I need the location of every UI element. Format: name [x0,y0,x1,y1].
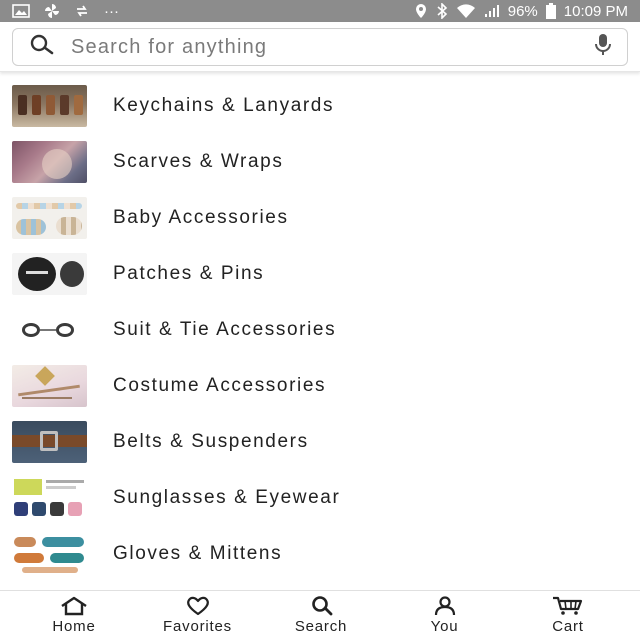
category-belts-suspenders[interactable]: Belts & Suspenders [0,414,640,470]
sunglasses-thumbnail [12,477,87,519]
nav-home[interactable]: Home [34,591,114,640]
category-list: Keychains & Lanyards Scarves & Wraps Bab… [0,78,640,582]
baby-accessories-thumbnail [12,197,87,239]
category-sunglasses-eyewear[interactable]: Sunglasses & Eyewear [0,470,640,526]
category-patches-pins[interactable]: Patches & Pins [0,246,640,302]
sync-icon [74,3,90,19]
pinwheel-icon [44,3,60,19]
clock: 10:09 PM [563,2,628,20]
keychains-thumbnail [12,85,87,127]
category-baby-accessories[interactable]: Baby Accessories [0,190,640,246]
belts-thumbnail [12,421,87,463]
location-icon [414,3,428,19]
category-label: Suit & Tie Accessories [113,319,337,340]
nav-home-label: Home [52,618,96,635]
gallery-icon [12,4,30,18]
search-nav-icon [306,596,336,616]
costume-thumbnail [12,365,87,407]
category-scarves-wraps[interactable]: Scarves & Wraps [0,134,640,190]
nav-you[interactable]: You [405,591,485,640]
nav-cart[interactable]: Cart [528,591,608,640]
battery-icon [545,3,556,19]
search-bar[interactable] [12,28,628,66]
category-label: Gloves & Mittens [113,543,283,564]
wifi-icon [456,3,476,19]
category-label: Keychains & Lanyards [113,95,335,116]
category-label: Patches & Pins [113,263,265,284]
category-label: Belts & Suspenders [113,431,309,452]
category-suit-tie-accessories[interactable]: Suit & Tie Accessories [0,302,640,358]
search-header [0,22,640,72]
status-bar: ··· 96% 10:09 PM [0,0,640,22]
nav-search[interactable]: Search [281,591,361,640]
battery-percent: 96% [507,2,538,20]
person-icon [430,596,460,616]
signal-icon [484,4,500,18]
heart-icon [183,596,213,616]
nav-cart-label: Cart [552,618,584,635]
category-label: Sunglasses & Eyewear [113,487,341,508]
nav-search-label: Search [294,618,348,635]
home-icon [59,596,89,616]
gloves-thumbnail [12,533,87,575]
suit-tie-thumbnail [12,309,87,351]
nav-favorites[interactable]: Favorites [158,591,238,640]
search-icon [27,34,57,61]
notification-dots: ··· [104,2,119,20]
category-label: Costume Accessories [113,375,327,396]
category-costume-accessories[interactable]: Costume Accessories [0,358,640,414]
cart-icon [551,596,585,616]
nav-favorites-label: Favorites [163,618,232,635]
bluetooth-icon [436,3,448,19]
category-label: Baby Accessories [113,207,289,228]
patches-thumbnail [12,253,87,295]
search-input[interactable] [71,35,593,59]
microphone-icon[interactable] [593,33,613,62]
nav-you-label: You [430,618,459,635]
bottom-navigation: Home Favorites Search You Cart [0,590,640,640]
category-keychains-lanyards[interactable]: Keychains & Lanyards [0,78,640,134]
scarves-thumbnail [12,141,87,183]
category-gloves-mittens[interactable]: Gloves & Mittens [0,526,640,582]
category-label: Scarves & Wraps [113,151,284,172]
